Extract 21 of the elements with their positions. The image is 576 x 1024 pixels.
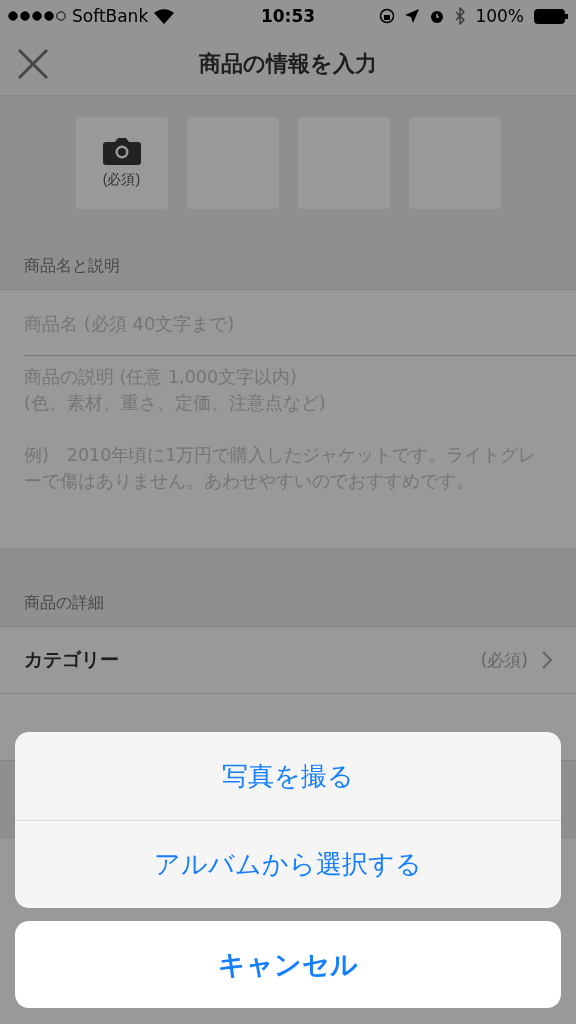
screen-title: 商品の情報を入力	[199, 49, 378, 78]
rotation-lock-icon	[379, 8, 396, 24]
battery-icon	[534, 8, 568, 24]
carrier-name: SoftBank	[72, 6, 149, 26]
close-icon	[16, 46, 50, 81]
add-photo-button[interactable]: (必須)	[75, 117, 168, 209]
close-button[interactable]	[16, 46, 50, 81]
sheet-option[interactable]: 写真を撮る	[15, 732, 561, 820]
bluetooth-icon	[455, 7, 466, 25]
required-label: (必須)	[102, 171, 141, 189]
wifi-icon	[154, 8, 175, 24]
camera-icon	[102, 137, 141, 165]
signal-icon	[8, 11, 66, 21]
alarm-clock-icon	[429, 8, 446, 24]
location-arrow-icon	[405, 9, 420, 23]
chevron-icon	[542, 651, 552, 669]
row-label: カテゴリー	[24, 647, 120, 672]
clock-time: 10:53	[260, 6, 316, 26]
cancel-button[interactable]: キャンセル	[15, 921, 561, 1008]
battery-percent: 100%	[475, 6, 524, 26]
sheet-option[interactable]: アルバムから選択する	[15, 820, 561, 908]
